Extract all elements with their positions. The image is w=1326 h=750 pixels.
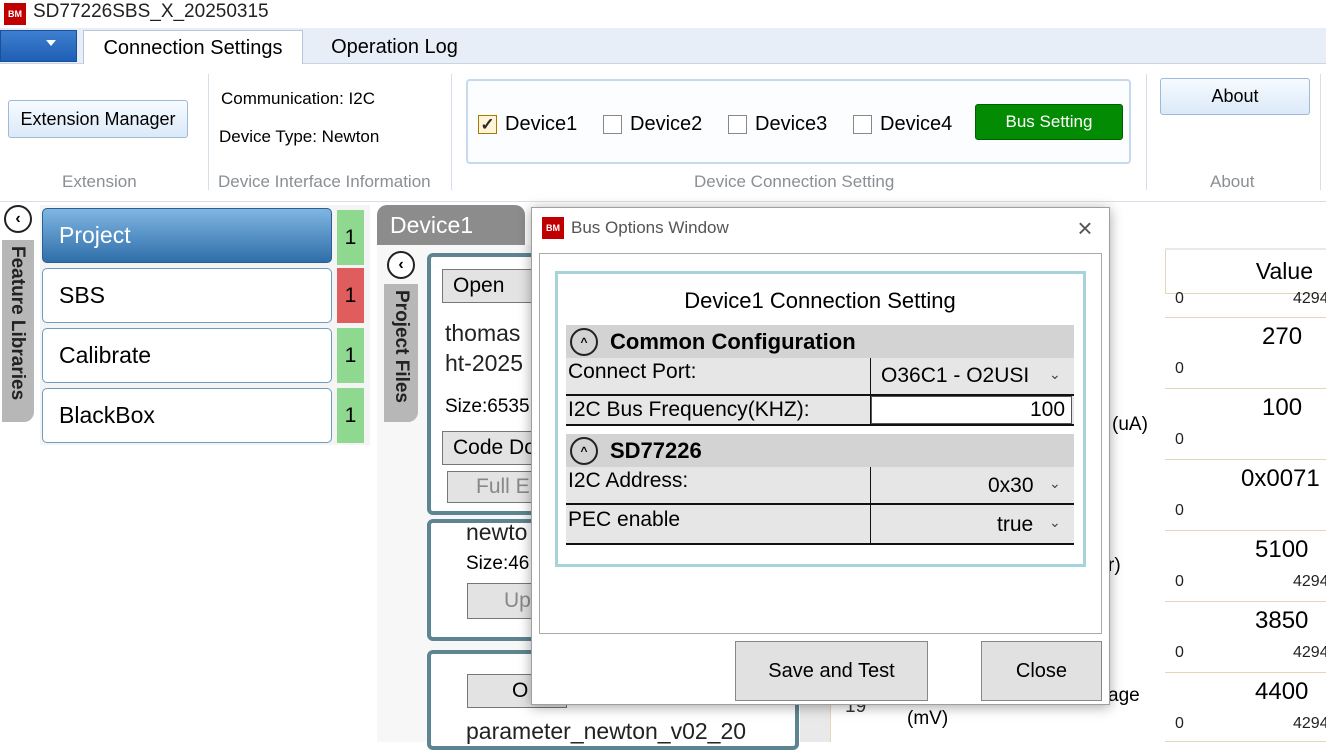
table-cell-value-text: 0x0071 [1241, 465, 1320, 492]
device4-label: Device4 [880, 113, 953, 135]
connection-setting-heading: Device1 Connection Setting [684, 288, 956, 313]
bus-frequency-value: 100 [1030, 398, 1066, 421]
file-name: thomas [445, 320, 521, 346]
device1-tab[interactable]: Device1 [377, 205, 525, 245]
common-configuration-header[interactable]: ^ Common Configuration [566, 325, 1074, 358]
table-cell-unit: (uA) [1112, 414, 1148, 435]
close-button[interactable]: Close [981, 641, 1102, 701]
device3-label: Device3 [755, 113, 828, 135]
chevron-up-icon: ^ [570, 436, 598, 465]
chevron-up-icon: ^ [570, 327, 598, 356]
bus-setting-button[interactable]: Bus Setting [975, 104, 1123, 140]
group-label-about: About [1210, 172, 1255, 191]
device1-checkbox[interactable]: ✓ [478, 115, 497, 134]
window-title: SD77226SBS_X_20250315 [33, 1, 269, 22]
table-cell-min: 0 [1175, 644, 1184, 661]
section-title: SD77226 [610, 437, 702, 463]
table-cell-value-text: 3850 [1255, 607, 1309, 634]
tab-operation-log[interactable]: Operation Log [312, 30, 477, 65]
section-title: Common Configuration [610, 328, 856, 354]
library-item-project[interactable]: Project [42, 208, 332, 263]
table-cell-max: 4294 [1293, 573, 1326, 590]
group-label-interface: Device Interface Information [218, 172, 431, 191]
dialog-title: Bus Options Window [571, 218, 729, 237]
i2c-address-label: I2C Address: [568, 469, 689, 492]
communication-info: Communication: I2C [221, 89, 376, 108]
table-cell-value-text: 270 [1262, 323, 1303, 350]
library-count-badge: 1 [337, 328, 364, 383]
table-cell-max: 4294 [1293, 644, 1326, 661]
group-label-connection: Device Connection Setting [694, 172, 895, 191]
property-divider [870, 358, 871, 396]
feature-libraries-label: Feature Libraries [7, 246, 28, 401]
connect-port-label: Connect Port: [568, 360, 697, 383]
collapse-left-icon[interactable]: ‹ [387, 251, 415, 279]
ribbon-divider [208, 74, 209, 190]
table-cell-unit: age [1108, 685, 1140, 706]
library-count-badge: 1 [337, 388, 364, 443]
device1-label: Device1 [505, 113, 578, 135]
file-name: ht-2025 [445, 350, 524, 376]
table-cell-max: 4294 [1293, 715, 1326, 732]
project-files-label: Project Files [391, 290, 412, 403]
chevron-down-icon[interactable]: ⌄ [1049, 514, 1061, 531]
pec-enable-label: PEC enable [568, 508, 681, 531]
table-cell-max: 4294 [1293, 290, 1326, 307]
collapse-left-icon[interactable]: ‹ [4, 205, 32, 233]
table-cell-min: 0 [1175, 502, 1184, 519]
property-divider [870, 467, 871, 505]
bus-frequency-label: I2C Bus Frequency(KHZ): [568, 398, 810, 421]
project-files-tab[interactable]: Project Files [384, 284, 418, 422]
table-cell-min: 0 [1175, 573, 1184, 590]
sd77226-header[interactable]: ^ SD77226 [566, 434, 1074, 467]
device2-label: Device2 [630, 113, 703, 135]
device4-checkbox[interactable] [853, 115, 872, 134]
table-cell-value-text: 4400 [1255, 678, 1309, 705]
table-cell-value-text: 5100 [1255, 536, 1309, 563]
table-cell-min: 0 [1175, 290, 1184, 307]
file-size: Size:6535 [445, 396, 530, 417]
table-cell-value-text: 100 [1262, 394, 1303, 421]
table-cell-min: 0 [1175, 360, 1184, 377]
chevron-down-icon[interactable]: ⌄ [1049, 475, 1061, 492]
file-size: Size:46 [466, 553, 530, 574]
app-menu-button[interactable] [0, 30, 77, 62]
app-logo-icon: BM [542, 217, 564, 239]
device2-checkbox[interactable] [603, 115, 622, 134]
close-icon[interactable]: × [1071, 213, 1099, 243]
group-label-extension: Extension [62, 172, 137, 191]
table-cell-min: 0 [1175, 715, 1184, 732]
property-divider [870, 505, 871, 545]
table-cell-min: 0 [1175, 431, 1184, 448]
file-name: newto [466, 519, 528, 545]
save-and-test-button[interactable]: Save and Test [735, 641, 928, 701]
device-type-info: Device Type: Newton [219, 127, 380, 146]
tab-connection-settings[interactable]: Connection Settings [83, 30, 303, 65]
file-name: parameter_newton_v02_20 [466, 718, 747, 744]
library-item-calibrate[interactable]: Calibrate [42, 328, 332, 383]
library-item-blackbox[interactable]: BlackBox [42, 388, 332, 443]
library-count-badge: 1 [337, 210, 364, 265]
extension-manager-button[interactable]: Extension Manager [8, 100, 188, 138]
connect-port-select[interactable]: O36C1 - O2USI [881, 364, 1029, 388]
chevron-down-icon[interactable]: ⌄ [1049, 366, 1061, 383]
ribbon-divider [451, 74, 452, 190]
table-header-value: Value [1165, 250, 1326, 294]
library-item-sbs[interactable]: SBS [42, 268, 332, 323]
pec-enable-select[interactable]: true [997, 513, 1033, 537]
about-button[interactable]: About [1160, 78, 1310, 115]
i2c-address-select[interactable]: 0x30 [988, 474, 1034, 498]
feature-libraries-tab[interactable]: Feature Libraries [2, 240, 34, 422]
ribbon-divider [1320, 74, 1321, 190]
library-count-badge: 1 [337, 268, 364, 323]
ribbon-divider [1146, 74, 1147, 190]
device3-checkbox[interactable] [728, 115, 747, 134]
chevron-down-icon [46, 40, 56, 46]
table-cell-unit: (mV) [907, 708, 949, 729]
app-logo-icon: BM [4, 3, 26, 25]
